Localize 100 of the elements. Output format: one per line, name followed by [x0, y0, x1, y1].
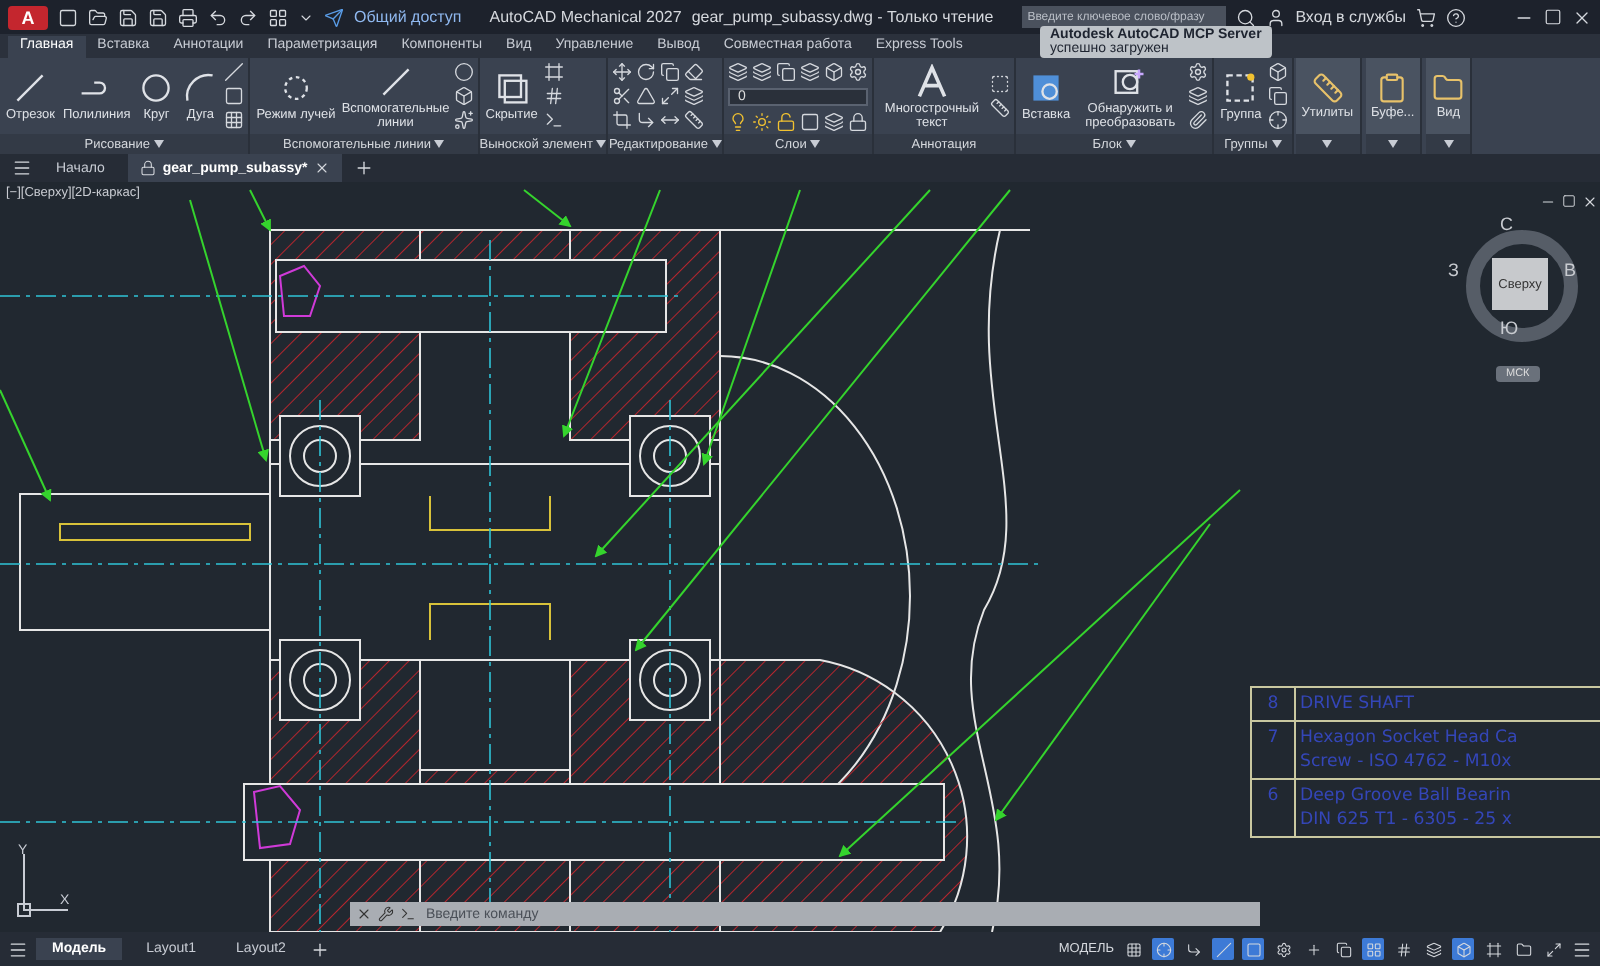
caret-icon: [1443, 140, 1454, 148]
layers-icon[interactable]: [727, 61, 748, 81]
compass-east: В: [1564, 260, 1577, 280]
stretch-icon[interactable]: [660, 110, 681, 130]
corner-icon[interactable]: [636, 110, 657, 130]
maximize-icon[interactable]: [1562, 194, 1576, 208]
copy-icon[interactable]: [660, 62, 681, 82]
crosshair-icon[interactable]: [1267, 110, 1288, 130]
copy-icon[interactable]: [775, 61, 796, 81]
document-title: gear_pump_subassy.dwg - Только чтение: [691, 8, 994, 26]
gear-icon[interactable]: [847, 61, 868, 81]
status-toggle[interactable]: [1332, 938, 1354, 960]
wrench-icon[interactable]: [378, 906, 394, 922]
close-icon[interactable]: [313, 160, 330, 176]
gear-icon[interactable]: [1188, 62, 1209, 82]
caret-icon: [1322, 140, 1333, 148]
close-icon[interactable]: [356, 906, 372, 922]
sparkle-icon[interactable]: [453, 110, 474, 130]
ruler-icon: [1311, 72, 1344, 104]
status-toggle[interactable]: [1242, 938, 1264, 960]
status-toggle[interactable]: [1452, 938, 1474, 960]
ruler-icon[interactable]: [989, 98, 1010, 118]
paperclip-icon[interactable]: [1188, 110, 1209, 130]
new-file-icon[interactable]: [58, 7, 78, 27]
expand-icon: [1545, 941, 1561, 957]
status-toggle[interactable]: [1512, 938, 1534, 960]
unlock-icon[interactable]: [775, 111, 796, 131]
share-icon: [324, 7, 344, 27]
line-icon[interactable]: [224, 62, 245, 82]
hatch-icon[interactable]: [224, 110, 245, 130]
move-icon[interactable]: [612, 62, 633, 82]
cart-icon[interactable]: [1416, 7, 1437, 27]
compass-south: Ю: [1500, 318, 1519, 338]
menu-icon[interactable]: [8, 939, 28, 959]
box-icon[interactable]: [1267, 62, 1288, 82]
redo-icon[interactable]: [238, 7, 258, 27]
printer-icon[interactable]: [178, 7, 198, 27]
layers-icon[interactable]: [684, 86, 705, 106]
status-toggle[interactable]: [1422, 938, 1444, 960]
workspace-icon[interactable]: [268, 7, 288, 27]
maximize-icon[interactable]: [1544, 8, 1563, 26]
sign-in-link[interactable]: Вход в службы: [1295, 8, 1407, 26]
search-icon[interactable]: [1235, 7, 1256, 27]
status-toggle[interactable]: [1542, 938, 1564, 960]
folder-icon[interactable]: [88, 7, 108, 27]
status-toggle[interactable]: [1272, 938, 1294, 960]
app-menu-button[interactable]: A: [8, 5, 48, 29]
insert-block-icon: [1028, 70, 1065, 106]
save-icon[interactable]: [148, 7, 168, 27]
hide-icon: [493, 70, 530, 106]
status-toggle[interactable]: [1122, 938, 1144, 960]
status-toggle[interactable]: [1152, 938, 1174, 960]
detect-block-icon: [1112, 63, 1149, 99]
lock-icon[interactable]: [140, 160, 157, 176]
status-toggle[interactable]: [1362, 938, 1384, 960]
user-icon: [1265, 7, 1286, 27]
share-link[interactable]: Общий доступ: [354, 8, 462, 26]
letter-icon: [913, 63, 950, 99]
status-toggle[interactable]: [1392, 938, 1414, 960]
angle-icon: [1215, 941, 1231, 957]
status-toggle[interactable]: [1182, 938, 1204, 960]
terminal-icon[interactable]: [543, 110, 564, 130]
menu-icon[interactable]: [12, 158, 32, 178]
crosshair-icon: [1155, 941, 1171, 957]
square-icon[interactable]: [799, 111, 820, 131]
layers-icon: [1425, 941, 1441, 957]
hash-icon[interactable]: [543, 86, 564, 106]
ruler-icon[interactable]: [684, 110, 705, 130]
help-icon[interactable]: [1446, 7, 1467, 27]
layers-icon[interactable]: [799, 61, 820, 81]
close-icon[interactable]: [1572, 7, 1593, 27]
lock-icon[interactable]: [847, 111, 868, 131]
box-icon[interactable]: [453, 86, 474, 106]
line-icon: [12, 70, 49, 106]
layers-icon[interactable]: [751, 61, 772, 81]
table-cell: 7: [1252, 722, 1296, 780]
status-toggle[interactable]: [1212, 938, 1234, 960]
copy-icon[interactable]: [1267, 86, 1288, 106]
table-cell: Deep Groove Ball Bearin DIN 625 T1 - 6305 - 25 x: [1296, 780, 1600, 838]
prompt-icon[interactable]: [400, 906, 416, 922]
crop-icon[interactable]: [612, 110, 633, 130]
lightbulb-icon[interactable]: [727, 111, 748, 131]
rotate-icon[interactable]: [636, 62, 657, 82]
scale-icon[interactable]: [660, 86, 681, 106]
plus-icon[interactable]: [353, 158, 374, 178]
box-icon[interactable]: [823, 61, 844, 81]
rectangle-icon[interactable]: [224, 86, 245, 106]
layers-icon[interactable]: [1188, 86, 1209, 106]
table-cell: 8: [1252, 688, 1296, 722]
circle-icon[interactable]: [453, 62, 474, 82]
menu-icon[interactable]: [1572, 939, 1592, 959]
plus-icon[interactable]: [309, 939, 330, 959]
status-toggle[interactable]: [1482, 938, 1504, 960]
save-icon[interactable]: [118, 7, 138, 27]
clipboard-icon: [1376, 72, 1409, 104]
triangle-icon[interactable]: [636, 86, 657, 106]
undo-icon[interactable]: [208, 7, 228, 27]
scissors-icon[interactable]: [612, 86, 633, 106]
eraser-icon[interactable]: [684, 62, 705, 82]
layers-icon[interactable]: [823, 111, 844, 131]
